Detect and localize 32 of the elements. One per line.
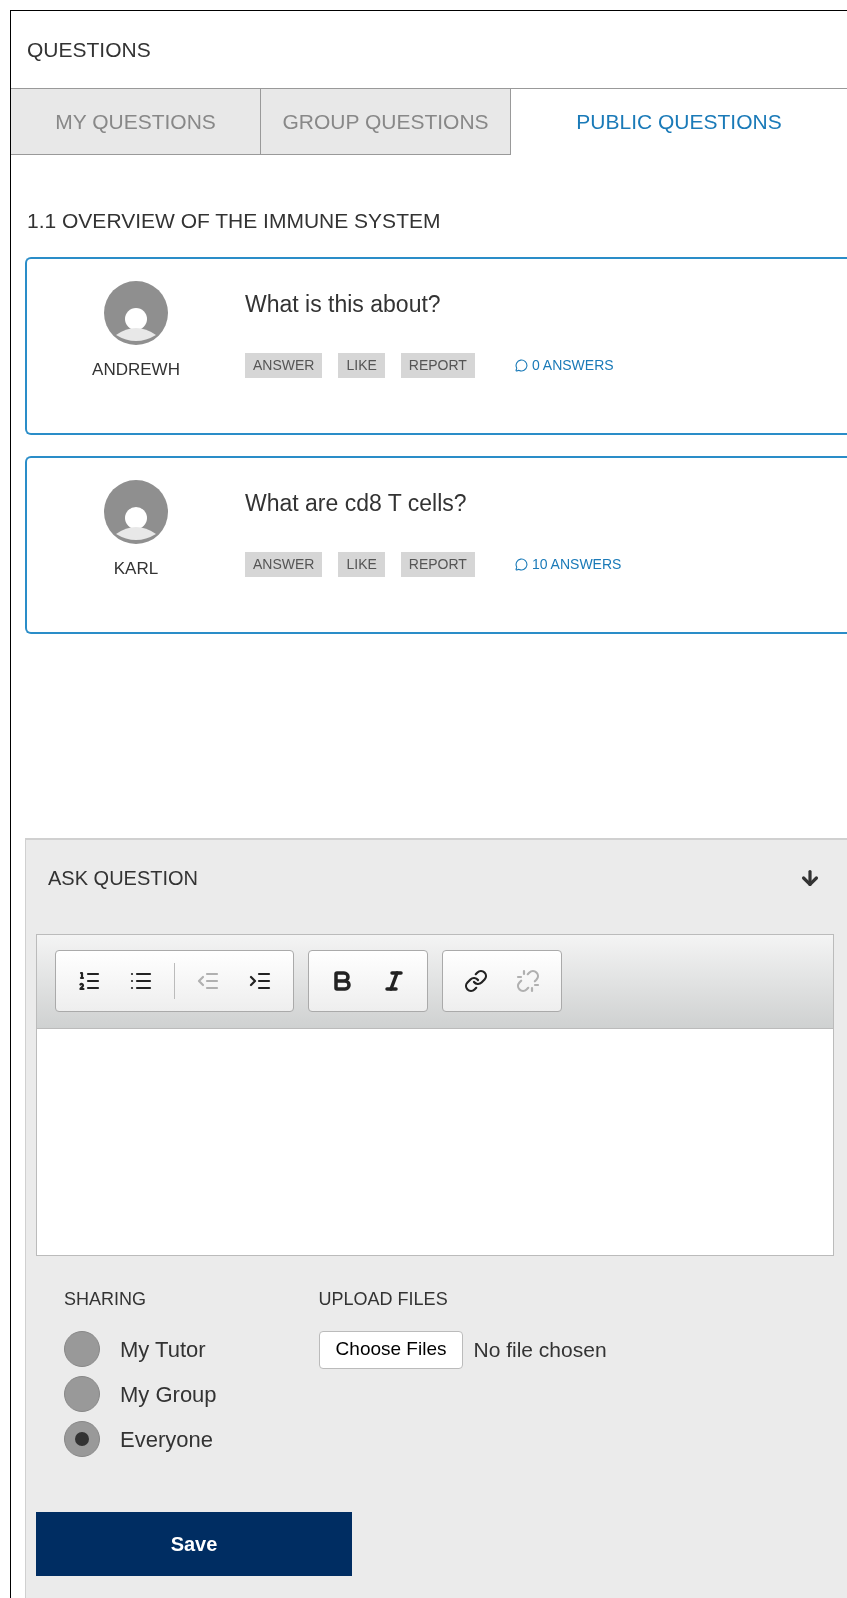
radio-button[interactable] xyxy=(64,1331,100,1367)
author-name: ANDREWH xyxy=(92,358,180,381)
panel-title: QUESTIONS xyxy=(26,36,152,63)
action-button[interactable]: REPORT xyxy=(400,352,475,378)
action-button[interactable]: REPORT xyxy=(400,551,475,577)
panel-heading: ASK QUESTION xyxy=(48,865,199,891)
comment-icon xyxy=(514,358,528,372)
action-button[interactable]: ANSWER xyxy=(245,551,323,577)
choose-files-button[interactable]: Choose Files xyxy=(318,1330,464,1369)
action-button[interactable]: ANSWER xyxy=(245,352,323,378)
comment-icon xyxy=(514,557,528,571)
tab[interactable]: MY QUESTIONS xyxy=(11,89,261,155)
radio-button[interactable] xyxy=(64,1376,100,1412)
section-title: 1.1 OVERVIEW OF THE IMMUNE SYSTEM xyxy=(26,208,442,234)
radio-option[interactable]: Everyone xyxy=(64,1416,217,1462)
answers-link[interactable]: 10 ANSWERS xyxy=(514,553,622,575)
radio-option[interactable]: My Tutor xyxy=(64,1326,217,1372)
question-text: What is this about? xyxy=(245,289,442,319)
save-button[interactable]: Save xyxy=(36,1511,352,1576)
question-text: What are cd8 T cells? xyxy=(245,488,468,518)
avatar-icon xyxy=(104,479,168,544)
radio-button[interactable] xyxy=(64,1421,100,1457)
action-button[interactable]: LIKE xyxy=(338,551,385,577)
upload-label: UPLOAD FILES xyxy=(318,1287,449,1311)
sharing-label: SHARING xyxy=(64,1287,147,1311)
file-status: No file chosen xyxy=(473,1336,607,1363)
action-button[interactable]: LIKE xyxy=(338,352,385,378)
answers-link[interactable]: 0 ANSWERS xyxy=(514,354,614,376)
tab[interactable]: GROUP QUESTIONS xyxy=(261,89,511,155)
avatar-icon xyxy=(104,280,168,345)
radio-option[interactable]: My Group xyxy=(64,1371,217,1417)
author-name: KARL xyxy=(113,557,159,580)
